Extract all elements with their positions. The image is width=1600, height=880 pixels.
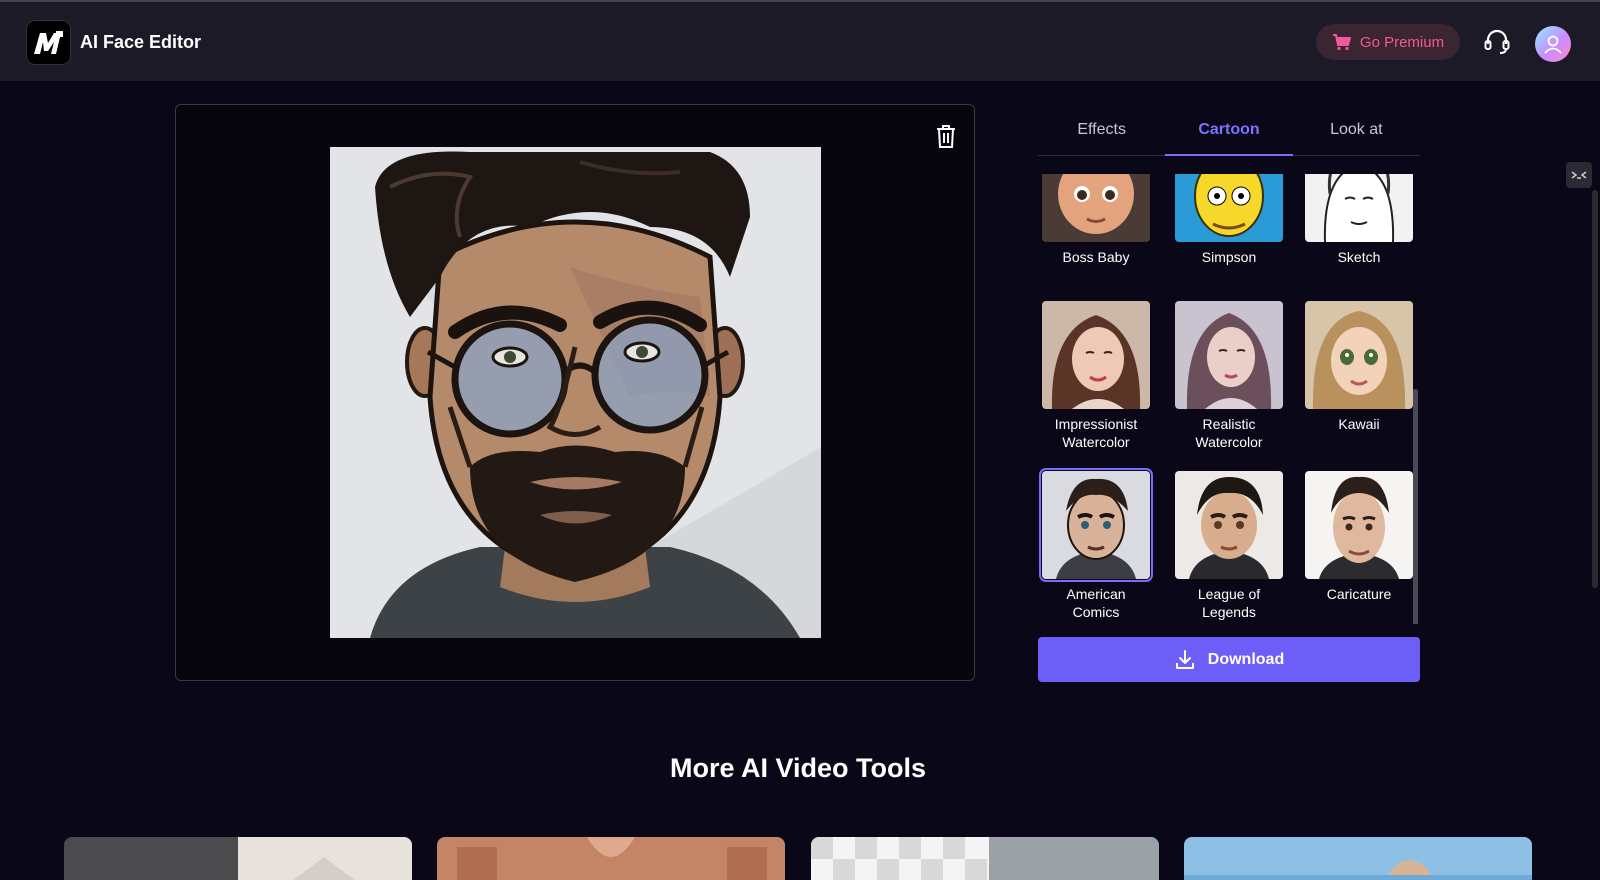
style-league-of-legends[interactable]: League of Legends [1175, 471, 1283, 621]
tool-card[interactable] [437, 837, 785, 880]
user-avatar[interactable] [1535, 26, 1571, 62]
download-icon [1175, 649, 1194, 669]
style-panel: Effects Cartoon Look at Boss Baby Simpso… [1038, 104, 1420, 684]
preview-panel [175, 104, 975, 681]
tool-card[interactable] [64, 837, 412, 880]
app-logo-mark [33, 30, 63, 54]
style-tabs: Effects Cartoon Look at [1038, 104, 1420, 156]
style-label: Boss Baby [1062, 249, 1130, 265]
style-american-comics[interactable]: American Comics [1039, 468, 1153, 621]
sketch-thumbnail [1305, 174, 1413, 242]
style-thumb [1305, 471, 1413, 579]
style-thumb [1042, 301, 1150, 409]
style-thumb [1039, 468, 1153, 582]
style-label: American Comics [1066, 586, 1126, 620]
kawaii-thumbnail [1305, 301, 1413, 409]
tool-card-thumbnail [1184, 837, 1532, 880]
trash-icon[interactable] [934, 123, 958, 149]
headset-icon[interactable] [1482, 27, 1512, 57]
american-comics-thumbnail [1042, 471, 1150, 579]
style-thumb [1042, 174, 1150, 242]
realistic-watercolor-thumbnail [1175, 301, 1283, 409]
app-title: AI Face Editor [80, 32, 202, 52]
cartoon-portrait [330, 147, 821, 638]
style-grid-scrollbar[interactable] [1413, 389, 1418, 624]
go-premium-label: Go Premium [1359, 33, 1445, 51]
tool-card[interactable] [1184, 837, 1532, 880]
caricature-thumbnail [1305, 471, 1413, 579]
style-caricature[interactable]: Caricature [1305, 471, 1413, 603]
impressionist-watercolor-thumbnail [1042, 301, 1150, 409]
style-simpson[interactable]: Simpson [1175, 174, 1283, 266]
style-label: Kawaii [1338, 416, 1380, 432]
style-boss-baby[interactable]: Boss Baby [1042, 174, 1150, 266]
download-button[interactable]: Download [1038, 637, 1420, 682]
tool-card-thumbnail [64, 837, 412, 880]
tab-look-at[interactable]: Look at [1293, 104, 1420, 155]
side-toggle-button[interactable] [1566, 162, 1592, 188]
style-label: Sketch [1337, 249, 1381, 265]
style-thumb [1305, 301, 1413, 409]
style-label: Caricature [1326, 586, 1392, 602]
style-thumb [1175, 471, 1283, 579]
style-kawaii[interactable]: Kawaii [1305, 301, 1413, 433]
simpson-thumbnail [1175, 174, 1283, 242]
tool-card-thumbnail [437, 837, 785, 880]
style-grid-scroll-thumb[interactable] [1413, 389, 1418, 624]
collapse-icon [1571, 171, 1587, 179]
top-bar: AI Face Editor Go Premium [0, 0, 1600, 81]
boss-baby-thumbnail [1042, 174, 1150, 242]
user-icon [1544, 35, 1562, 54]
app-logo[interactable] [26, 20, 71, 65]
tab-effects[interactable]: Effects [1038, 104, 1165, 155]
style-grid: Boss Baby Simpson Sketch Impressionist W… [1038, 174, 1420, 624]
tab-cartoon[interactable]: Cartoon [1165, 104, 1293, 156]
more-tools-title: More AI Video Tools [669, 753, 927, 783]
style-thumb [1175, 301, 1283, 409]
cart-icon [1332, 34, 1351, 51]
result-image [330, 147, 821, 638]
style-realistic-watercolor[interactable]: Realistic Watercolor [1175, 301, 1283, 451]
go-premium-button[interactable]: Go Premium [1316, 24, 1460, 60]
style-thumb [1175, 174, 1283, 242]
style-impressionist-watercolor[interactable]: Impressionist Watercolor [1042, 301, 1150, 451]
style-sketch[interactable]: Sketch [1305, 174, 1413, 266]
page-scrollbar[interactable] [1592, 190, 1598, 588]
style-label: Simpson [1201, 249, 1257, 265]
league-of-legends-thumbnail [1175, 471, 1283, 579]
style-thumb [1305, 174, 1413, 242]
style-label: League of Legends [1197, 586, 1261, 620]
download-label: Download [1207, 650, 1285, 668]
tool-card[interactable] [811, 837, 1159, 880]
style-label: Impressionist Watercolor [1054, 416, 1138, 450]
style-label: Realistic Watercolor [1195, 416, 1263, 450]
tool-card-thumbnail [811, 837, 1159, 880]
